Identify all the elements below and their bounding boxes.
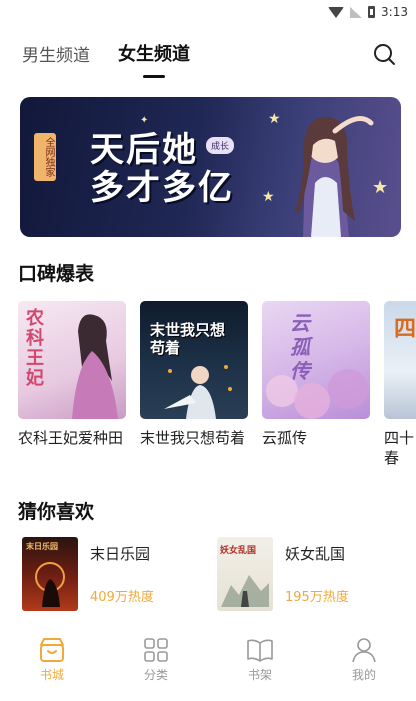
- guess-book-item[interactable]: 妖女乱国 妖女乱国 195万热度: [217, 537, 349, 611]
- profile-icon: [352, 638, 376, 663]
- nav-profile[interactable]: 我的: [312, 633, 416, 701]
- cover-illustration: [164, 365, 232, 419]
- tab-male-channel[interactable]: 男生频道: [22, 41, 90, 66]
- status-icons: 3:13: [328, 5, 408, 19]
- nav-label: 分类: [143, 668, 168, 682]
- search-icon: [374, 44, 395, 65]
- bookshelf-icon: [247, 639, 273, 662]
- book-cover: 云孤传: [262, 301, 370, 419]
- cover-illustration: [35, 562, 65, 607]
- cover-illustration: [72, 314, 118, 419]
- book-title: 妖女乱国: [285, 545, 346, 563]
- cover-illustration: [221, 575, 269, 607]
- channel-tabs: 男生频道 女生频道: [22, 40, 190, 78]
- book-heat: 195万热度: [285, 590, 349, 605]
- book-cover: 农科王妃: [18, 301, 126, 419]
- nav-label: 书架: [247, 668, 272, 682]
- book-card[interactable]: 末世我只想苟着 末世我只想苟着: [140, 301, 248, 468]
- cover-title-text: 末日乐园: [26, 542, 58, 551]
- section-title-koubei: 口碑爆表: [18, 263, 95, 285]
- cover-title-text: 末世我只想苟着: [150, 321, 226, 357]
- koubei-book-list: 农科王妃 农科王妃爱种田 末世我只想苟着 末世我只想苟着 云孤传 云孤传 四 四…: [18, 301, 416, 468]
- banner-character-illustration: [295, 116, 374, 237]
- cover-illustration: [266, 369, 368, 419]
- banner-seal: 成长: [206, 137, 235, 154]
- bottom-nav: 书城 分类 书架 我的: [0, 633, 416, 701]
- nav-bookstore[interactable]: 书城: [0, 633, 104, 701]
- category-grid-icon: [144, 638, 168, 662]
- book-title: 末世我只想苟着: [140, 429, 246, 447]
- book-title: 云孤传: [262, 429, 308, 447]
- guess-book-info: 妖女乱国 195万热度: [285, 537, 349, 605]
- bookstore-icon: [40, 638, 64, 662]
- book-card[interactable]: 云孤传 云孤传: [262, 301, 370, 468]
- section-title-guess: 猜你喜欢: [18, 501, 95, 523]
- book-cover: 末日乐园: [22, 537, 78, 611]
- guess-book-item[interactable]: 末日乐园 末日乐园 409万热度: [22, 537, 154, 611]
- book-cover: 四十: [384, 301, 416, 419]
- banner-title-line2: 多才多亿: [90, 168, 234, 208]
- book-title: 四十春: [384, 429, 415, 467]
- book-card[interactable]: 农科王妃 农科王妃爱种田: [18, 301, 126, 468]
- search-button[interactable]: [372, 42, 396, 66]
- cover-title-text: 四十: [394, 317, 416, 342]
- battery-icon: [368, 6, 376, 18]
- book-heat: 409万热度: [90, 590, 154, 605]
- guess-book-info: 末日乐园 409万热度: [90, 537, 154, 605]
- tab-female-channel-label: 女生频道: [118, 44, 190, 65]
- cover-title-text: 妖女乱国: [220, 546, 257, 556]
- book-title: 农科王妃爱种田: [18, 429, 124, 447]
- nav-label: 我的: [351, 668, 376, 682]
- tab-female-channel[interactable]: 女生频道: [118, 40, 190, 78]
- signal-icon: [350, 6, 363, 18]
- nav-bookshelf[interactable]: 书架: [208, 633, 312, 701]
- cover-title-text: 农科王妃: [26, 308, 44, 389]
- nav-label: 书城: [39, 668, 64, 682]
- book-cover: 末世我只想苟着: [140, 301, 248, 419]
- book-cover: 妖女乱国: [217, 537, 273, 611]
- nav-category[interactable]: 分类: [104, 633, 208, 701]
- banner-tag: 全网独家: [34, 133, 56, 181]
- book-title: 末日乐园: [90, 545, 151, 563]
- wifi-icon: [328, 6, 345, 18]
- status-time: 3:13: [381, 5, 408, 19]
- promo-banner[interactable]: ★ ★ ★ ✦ 全网独家 天后她 多才多亿 成长: [20, 97, 401, 237]
- star-decoration: ✦: [140, 115, 149, 126]
- book-card[interactable]: 四十 四十春: [384, 301, 416, 468]
- status-bar: 3:13: [0, 0, 416, 26]
- active-tab-indicator: [143, 75, 165, 78]
